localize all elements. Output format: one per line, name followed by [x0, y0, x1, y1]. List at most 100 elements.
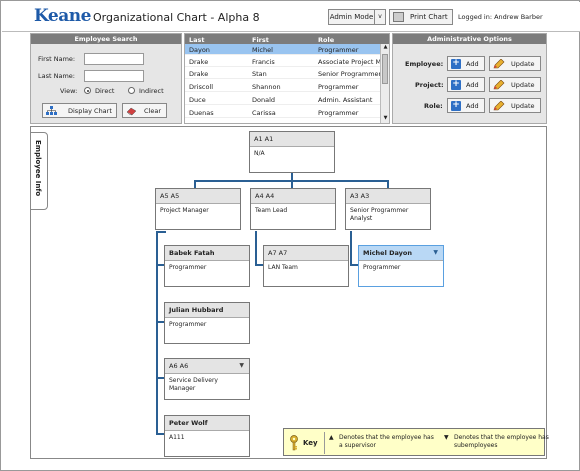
print-chart-label: Print Chart [410, 13, 448, 21]
plus-icon: + [451, 100, 461, 111]
employee-list-scrollbar[interactable]: ▲ ▼ [380, 44, 389, 123]
org-node-name: A7 A7 [264, 246, 348, 261]
table-row[interactable]: Driscoll Shannon Programmer [185, 81, 380, 92]
employee-info-tab-label: Employee Info [34, 140, 42, 197]
cell-role: Programmer [318, 108, 359, 117]
cell-first: Donald [252, 95, 276, 104]
org-node-name: Peter Wolf [165, 416, 249, 431]
connector-line [156, 433, 164, 435]
org-node-role: Senior Programmer Analyst [350, 207, 409, 222]
update-role-button[interactable]: Update [489, 98, 541, 113]
add-role-label: Add [466, 102, 479, 110]
connector-line [156, 231, 166, 233]
connector-line [350, 231, 352, 266]
print-chart-button[interactable]: Print Chart [389, 9, 453, 25]
direct-radio[interactable] [84, 87, 91, 94]
cell-role: Programmer [318, 82, 359, 91]
org-node-michel-dayon[interactable]: Michel Dayon ▼ Programmer [358, 245, 444, 287]
connector-line [156, 231, 158, 435]
employee-search-title: Employee Search [31, 34, 181, 44]
cell-last: Drake [189, 57, 209, 66]
admin-mode-button[interactable]: Admin Mode [328, 9, 375, 25]
add-employee-button[interactable]: + Add [447, 56, 485, 71]
last-name-input[interactable] [84, 70, 144, 82]
cell-first: Carissa [252, 108, 276, 117]
add-employee-label: Add [466, 60, 479, 68]
logged-in-label: Logged in: Andrew Barber [458, 13, 543, 21]
cell-last: Drake [189, 69, 209, 78]
expand-down-icon[interactable]: ▼ [433, 249, 438, 256]
employee-search-panel: Employee Search First Name: Last Name: V… [30, 33, 182, 124]
cell-last: Dayon [189, 45, 210, 54]
update-employee-button[interactable]: Update [489, 56, 541, 71]
org-node-role: A111 [169, 434, 185, 441]
first-name-label: First Name: [38, 55, 76, 63]
indirect-label: Indirect [139, 87, 164, 95]
table-row[interactable]: Drake Francis Associate Project Ma [185, 56, 380, 67]
scroll-up-arrow[interactable]: ▲ [381, 44, 390, 52]
org-node-a7[interactable]: A7 A7 LAN Team [263, 245, 349, 287]
connector-line [156, 377, 164, 379]
column-first[interactable]: First [252, 36, 269, 44]
update-project-label: Update [511, 81, 535, 89]
page-title: Organizational Chart - Alpha 8 [93, 11, 260, 24]
org-node-a4[interactable]: A4 A4 Team Lead [250, 188, 336, 230]
add-project-label: Add [466, 81, 479, 89]
table-row[interactable]: Dayon Michel Programmer [185, 44, 380, 55]
org-node-babek-fatah[interactable]: Babek Fatah Programmer [164, 245, 250, 287]
org-node-julian-hubbard[interactable]: Julian Hubbard Programmer [164, 302, 250, 344]
expand-down-icon[interactable]: ▼ [239, 362, 244, 369]
column-last[interactable]: Last [189, 36, 205, 44]
connector-line [156, 321, 164, 323]
cell-first: Shannon [252, 82, 281, 91]
employee-list-rows: Dayon Michel Programmer Drake Francis As… [185, 44, 380, 123]
cell-role: Admin. Assistant [318, 95, 373, 104]
table-row[interactable]: Duenas Carissa Programmer [185, 107, 380, 118]
add-role-button[interactable]: + Add [447, 98, 485, 113]
admin-mode-dropdown-arrow[interactable]: v [375, 9, 386, 25]
add-project-button[interactable]: + Add [447, 77, 485, 92]
first-name-input[interactable] [84, 53, 144, 65]
org-node-a5[interactable]: A5 A5 Project Manager [155, 188, 241, 230]
org-node-role: Programmer [169, 321, 207, 328]
cell-first: Francis [252, 57, 275, 66]
printer-icon [393, 12, 404, 22]
last-name-label: Last Name: [38, 72, 75, 80]
table-row[interactable]: Drake Stan Senior Programmer [185, 68, 380, 79]
org-node-name: Michel Dayon [359, 246, 443, 261]
org-node-name: A4 A4 [251, 189, 335, 204]
header-bar: Keane Organizational Chart - Alpha 8 Adm… [2, 2, 580, 32]
keane-logo: Keane [34, 6, 91, 26]
org-node-name: A6 A6 [165, 359, 249, 374]
employee-info-tab[interactable]: Employee Info [30, 132, 48, 210]
update-project-button[interactable]: Update [489, 77, 541, 92]
table-row[interactable]: Duce Donald Admin. Assistant [185, 94, 380, 105]
cell-role: Senior Programmer [318, 69, 380, 78]
clear-button[interactable]: Clear [122, 103, 167, 118]
connector-line [255, 231, 257, 266]
org-node-role: Programmer [169, 264, 207, 271]
org-node-root[interactable]: A1 A1 N/A [249, 131, 335, 173]
view-label: View: [60, 87, 78, 95]
org-node-role: Project Manager [160, 207, 209, 214]
display-chart-button[interactable]: Display Chart [42, 103, 117, 118]
cell-role: Programmer [318, 45, 359, 54]
column-role[interactable]: Role [318, 36, 334, 44]
chart-key: Key ▲ Denotes that the employee has a su… [283, 428, 549, 456]
up-triangle-icon: ▲ [329, 434, 334, 441]
update-employee-label: Update [511, 60, 535, 68]
org-node-a3[interactable]: A3 A3 Senior Programmer Analyst [345, 188, 431, 230]
key-supervisor-text: Denotes that the employee has a supervis… [339, 434, 434, 449]
scroll-down-arrow[interactable]: ▼ [381, 115, 390, 123]
pencil-icon [493, 59, 505, 69]
plus-icon: + [451, 58, 461, 69]
org-node-a6[interactable]: A6 A6 ▼ Service Delivery Manager [164, 358, 250, 400]
scroll-thumb[interactable] [382, 54, 388, 84]
indirect-radio[interactable] [128, 87, 135, 94]
cell-last: Duce [189, 95, 206, 104]
employee-list-header: Last First Role [185, 34, 389, 44]
org-node-peter-wolf[interactable]: Peter Wolf A111 [164, 415, 250, 457]
org-node-role: Programmer [363, 264, 401, 271]
app-window: Keane Organizational Chart - Alpha 8 Adm… [0, 0, 580, 471]
project-admin-label: Project: [415, 81, 444, 89]
